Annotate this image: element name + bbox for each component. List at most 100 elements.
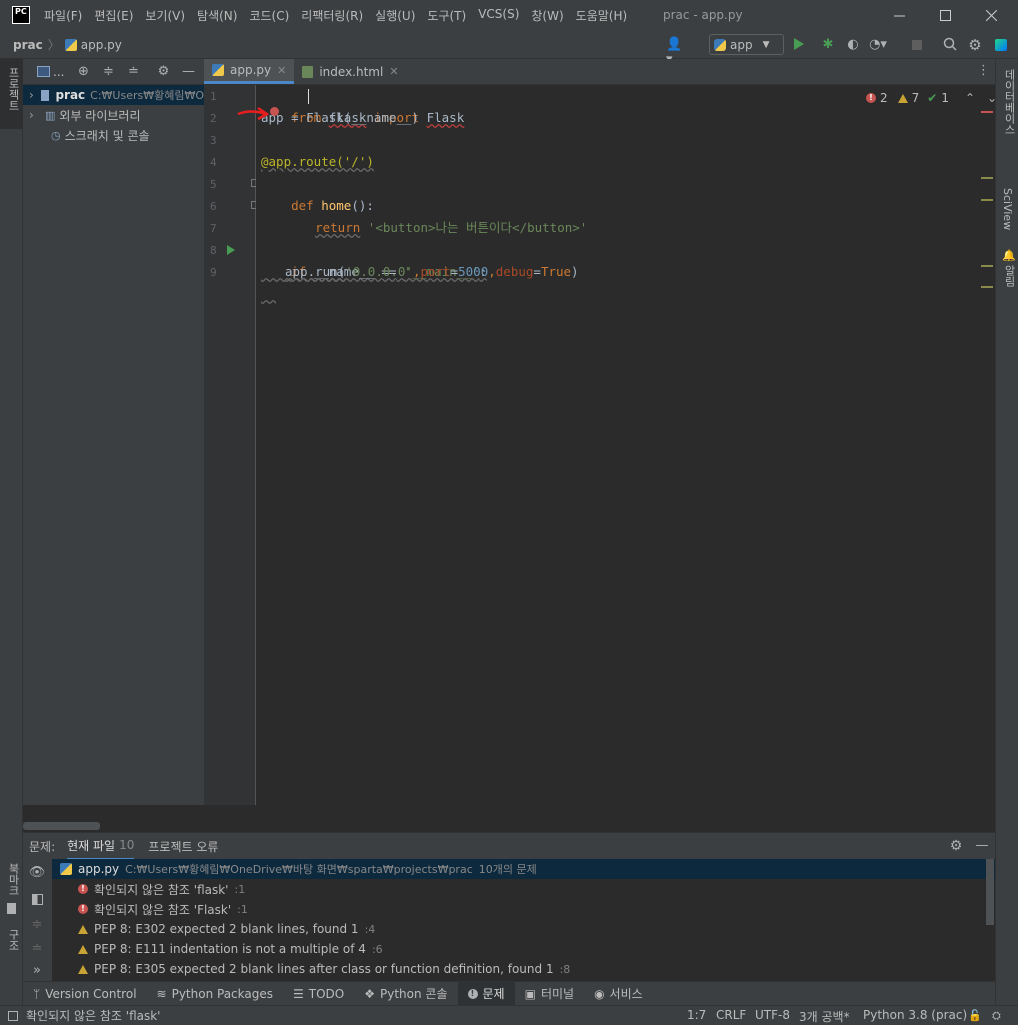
tab-project-errors[interactable]: 프로젝트 오류 xyxy=(148,838,218,855)
menu-refactor[interactable]: 리팩터링(R) xyxy=(295,7,369,24)
problem-item[interactable]: PEP 8: E302 expected 2 blank lines, foun… xyxy=(52,919,995,939)
sciview-tool-button[interactable]: SciView xyxy=(996,184,1018,244)
jetbrains-toolbox-icon[interactable] xyxy=(995,39,1007,51)
breadcrumb-project[interactable]: prac xyxy=(13,38,43,52)
notifications-tool-button[interactable]: 🔔 알림 xyxy=(996,247,1018,292)
problem-item[interactable]: PEP 8: E111 indentation is not a multipl… xyxy=(52,939,995,959)
lock-icon[interactable]: 🔓 xyxy=(968,1009,982,1022)
hide-panel-icon[interactable]: — xyxy=(971,838,993,853)
editor-tabs: app.py ✕ index.html ✕ ⋮ xyxy=(204,59,995,85)
problem-item[interactable]: ! 확인되지 않은 참조 'Flask' :1 xyxy=(52,899,995,919)
coverage-icon[interactable]: ◐ xyxy=(842,37,864,52)
menu-run[interactable]: 실행(U) xyxy=(369,7,421,24)
settings-gear-icon[interactable]: ⚙ xyxy=(964,36,986,54)
warning-stripe-marker[interactable] xyxy=(981,199,993,201)
status-message[interactable]: 확인되지 않은 참조 'flask' xyxy=(26,1007,160,1024)
menu-tools[interactable]: 도구(T) xyxy=(421,7,472,24)
run-icon[interactable] xyxy=(794,38,804,50)
menu-vcs[interactable]: VCS(S) xyxy=(472,7,525,24)
project-view-label[interactable]: ... xyxy=(53,65,64,79)
tab-index-html[interactable]: index.html ✕ xyxy=(294,59,406,84)
panel-settings-icon[interactable]: ⚙ xyxy=(152,64,174,79)
collapse-all-icon[interactable]: ≐ xyxy=(122,64,144,79)
close-tab-icon[interactable]: ✕ xyxy=(277,64,286,77)
warning-stripe-marker[interactable] xyxy=(981,177,993,179)
branch-icon: ᛘ xyxy=(33,986,41,1001)
tab-services[interactable]: ◉ 서비스 xyxy=(584,982,653,1006)
line-separator[interactable]: CRLF xyxy=(716,1008,746,1022)
profile-icon[interactable]: ◔▾ xyxy=(867,37,889,52)
tree-item-external-libraries[interactable]: › ▥ 외부 라이브러리 xyxy=(23,105,204,125)
search-icon[interactable] xyxy=(939,37,961,51)
previous-highlight-icon[interactable]: ⌃ xyxy=(965,91,975,105)
menu-file[interactable]: 파일(F) xyxy=(38,7,88,24)
eye-icon[interactable]: 👁 xyxy=(26,865,48,880)
inspection-widget[interactable]: ! 2 7 ✔ 1 ⌃ ⌄ xyxy=(866,91,997,105)
indent-setting[interactable]: 3개 공백* xyxy=(799,1008,850,1025)
tab-terminal[interactable]: ▣ 터미널 xyxy=(515,982,584,1006)
problems-scrollbar-thumb[interactable] xyxy=(986,859,994,925)
tab-python-console[interactable]: ❖ Python 콘솔 xyxy=(354,982,457,1006)
next-highlight-icon[interactable]: ⌄ xyxy=(987,91,997,105)
problem-file-row[interactable]: app.py C:₩Users₩황혜림₩OneDrive₩바탕 화면₩spart… xyxy=(52,859,995,879)
stop-icon[interactable] xyxy=(912,40,922,50)
tree-item-label: prac xyxy=(55,88,86,102)
tab-python-packages[interactable]: ≋ Python Packages xyxy=(147,982,283,1006)
caret-position[interactable]: 1:7 xyxy=(687,1008,706,1022)
problem-item[interactable]: ! 확인되지 않은 참조 'flask' :1 xyxy=(52,879,995,899)
horizontal-scrollbar[interactable] xyxy=(23,805,995,832)
menu-view[interactable]: 보기(V) xyxy=(139,7,191,24)
locate-icon[interactable]: ⊕ xyxy=(72,64,94,79)
problem-item[interactable]: PEP 8: E305 expected 2 blank lines after… xyxy=(52,959,995,979)
problem-text: 확인되지 않은 참조 'Flask' xyxy=(94,902,232,917)
maximize-button[interactable] xyxy=(922,0,968,31)
breadcrumb-file[interactable]: app.py xyxy=(81,38,122,52)
tab-version-control[interactable]: ᛘ Version Control xyxy=(23,982,147,1006)
debug-icon[interactable]: ✱ xyxy=(817,37,839,52)
project-view-icon[interactable] xyxy=(37,66,50,77)
file-encoding[interactable]: UTF-8 xyxy=(755,1008,790,1022)
inspection-profile-icon[interactable]: ⛭ xyxy=(992,1009,1001,1023)
collapse-all-icon[interactable]: ≐ xyxy=(26,941,48,956)
panel-settings-icon[interactable]: ⚙ xyxy=(945,838,967,854)
expand-all-icon[interactable]: ≑ xyxy=(26,917,48,932)
database-tool-label: 데이터베이스 xyxy=(1003,69,1016,135)
close-button[interactable] xyxy=(968,0,1014,31)
tab-todo[interactable]: ☰ TODO xyxy=(283,982,354,1006)
structure-tool-button[interactable]: 구조 xyxy=(0,925,23,975)
tab-options-icon[interactable]: ⋮ xyxy=(977,63,990,78)
tab-app-py[interactable]: app.py ✕ xyxy=(204,59,295,84)
code-editor[interactable]: from flask import Flask app = Flask(__na… xyxy=(237,85,997,805)
expand-all-icon[interactable]: ≑ xyxy=(97,64,119,79)
preview-icon[interactable] xyxy=(32,894,43,905)
more-icon[interactable]: » xyxy=(26,963,48,978)
warning-stripe-marker[interactable] xyxy=(981,265,993,267)
line-number: 4 xyxy=(210,156,217,169)
scrollbar-thumb[interactable] xyxy=(23,822,100,830)
error-stripe-marker[interactable] xyxy=(981,111,993,113)
tree-item-scratches[interactable]: ◷ 스크래치 및 콘솔 xyxy=(23,125,204,145)
tab-problems[interactable]: ! 문제 xyxy=(457,981,515,1006)
menu-help[interactable]: 도움말(H) xyxy=(570,7,634,24)
minimize-button[interactable] xyxy=(876,0,922,31)
menu-window[interactable]: 창(W) xyxy=(525,7,569,24)
python-interpreter[interactable]: Python 3.8 (prac) xyxy=(863,1008,967,1022)
run-gutter-icon[interactable] xyxy=(227,245,235,255)
menu-code[interactable]: 코드(C) xyxy=(243,7,295,24)
hide-panel-icon[interactable]: — xyxy=(177,64,199,79)
close-tab-icon[interactable]: ✕ xyxy=(389,65,398,78)
structure-tool-label: 구조 xyxy=(7,929,20,951)
tree-item-path: C:₩Users₩황혜림₩O xyxy=(90,89,204,102)
warning-stripe-marker[interactable] xyxy=(981,286,993,288)
run-config-select[interactable]: app ▼ xyxy=(709,34,784,55)
database-tool-button[interactable]: 데이터베이스 xyxy=(996,65,1018,155)
menu-edit[interactable]: 편집(E) xyxy=(88,7,139,24)
toggle-tool-windows-icon[interactable] xyxy=(8,1010,18,1021)
project-tool-button[interactable]: 프로젝트 xyxy=(0,59,23,129)
menu-navigate[interactable]: 탐색(N) xyxy=(191,7,243,24)
tree-item-project-root[interactable]: › prac C:₩Users₩황혜림₩O xyxy=(23,85,204,105)
error-icon: ! xyxy=(866,93,876,103)
python-file-icon xyxy=(64,38,77,51)
bookmarks-tool-button[interactable]: 북마크 xyxy=(0,859,23,919)
tab-current-file[interactable]: 현재 파일 10 xyxy=(67,833,135,860)
